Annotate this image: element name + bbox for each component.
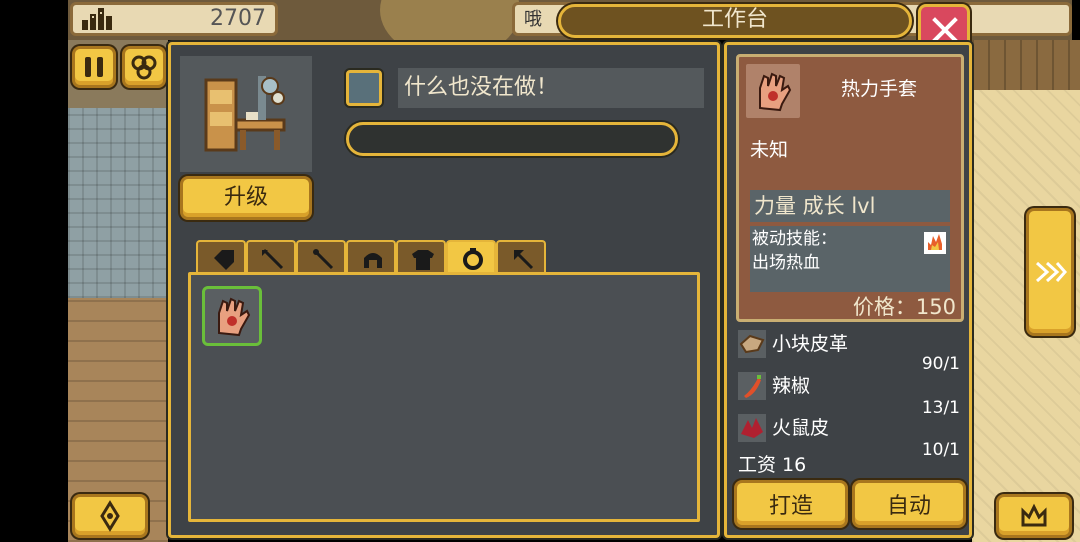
building-chart-icon bbox=[80, 6, 114, 32]
item-skill-label: 被动技能： bbox=[752, 229, 837, 249]
item-rarity: 未知 bbox=[750, 139, 789, 161]
item-card-glove-icon bbox=[746, 64, 800, 118]
fast-forward-icon bbox=[1035, 261, 1068, 283]
window-title: 工作台 bbox=[701, 7, 768, 32]
wand-icon bbox=[313, 249, 334, 270]
status-text: 什么也没在做！ bbox=[404, 75, 559, 100]
close-icon bbox=[932, 17, 958, 43]
tag-icon bbox=[214, 250, 234, 270]
material-count: 10/1 bbox=[921, 440, 960, 460]
pickaxe-icon bbox=[514, 250, 534, 270]
item-price: 价格：150 bbox=[852, 295, 956, 319]
tab-ring[interactable] bbox=[446, 240, 496, 274]
tab-pickaxe[interactable] bbox=[496, 240, 546, 274]
ranking-button[interactable] bbox=[996, 494, 1072, 538]
wage-label: 工资 16 bbox=[738, 454, 807, 476]
next-page-button[interactable] bbox=[1026, 208, 1074, 336]
helmet-icon bbox=[364, 253, 382, 268]
tab-accessory[interactable] bbox=[196, 240, 246, 274]
craft-button[interactable]: 打造 bbox=[734, 480, 848, 528]
ring-icon bbox=[463, 248, 483, 270]
scene-right-wall bbox=[972, 40, 1080, 90]
glove-icon bbox=[218, 297, 251, 337]
tab-helmet[interactable] bbox=[346, 240, 396, 274]
tab-armor[interactable] bbox=[396, 240, 446, 274]
map-button[interactable] bbox=[122, 46, 166, 88]
tab-spear[interactable] bbox=[246, 240, 296, 274]
fire-skill-icon bbox=[922, 230, 948, 256]
pause-button[interactable] bbox=[72, 46, 116, 88]
spear-icon bbox=[262, 248, 284, 270]
auto-button[interactable]: 自动 bbox=[852, 480, 966, 528]
dpad-icon bbox=[100, 500, 120, 532]
scene-tile-floor bbox=[68, 108, 168, 298]
craft-progress-bar bbox=[346, 122, 678, 156]
tab-wand[interactable] bbox=[296, 240, 346, 274]
craft-label[interactable]: 打造 bbox=[737, 483, 845, 531]
map-icon bbox=[131, 55, 157, 80]
upgrade-label[interactable]: 升级 bbox=[180, 176, 312, 220]
inventory-slot-selected[interactable] bbox=[202, 286, 262, 346]
item-stat: 力量 成长 lvl bbox=[754, 194, 876, 218]
move-button[interactable] bbox=[72, 494, 148, 538]
resource-value: 2707 bbox=[210, 6, 266, 31]
workbench-icon bbox=[202, 70, 290, 156]
leather-icon bbox=[738, 330, 766, 358]
inventory-grid bbox=[188, 272, 700, 522]
armor-icon bbox=[412, 250, 434, 270]
item-name: 热力手套 bbox=[840, 78, 917, 100]
item-skill-name: 出场热血 bbox=[752, 253, 820, 273]
crown-icon bbox=[1021, 503, 1047, 527]
status-checkbox[interactable] bbox=[346, 70, 382, 106]
pause-icon bbox=[85, 57, 103, 77]
chili-icon bbox=[738, 372, 766, 400]
fire-rat-hide-icon bbox=[738, 414, 766, 442]
auto-label[interactable]: 自动 bbox=[855, 483, 963, 531]
